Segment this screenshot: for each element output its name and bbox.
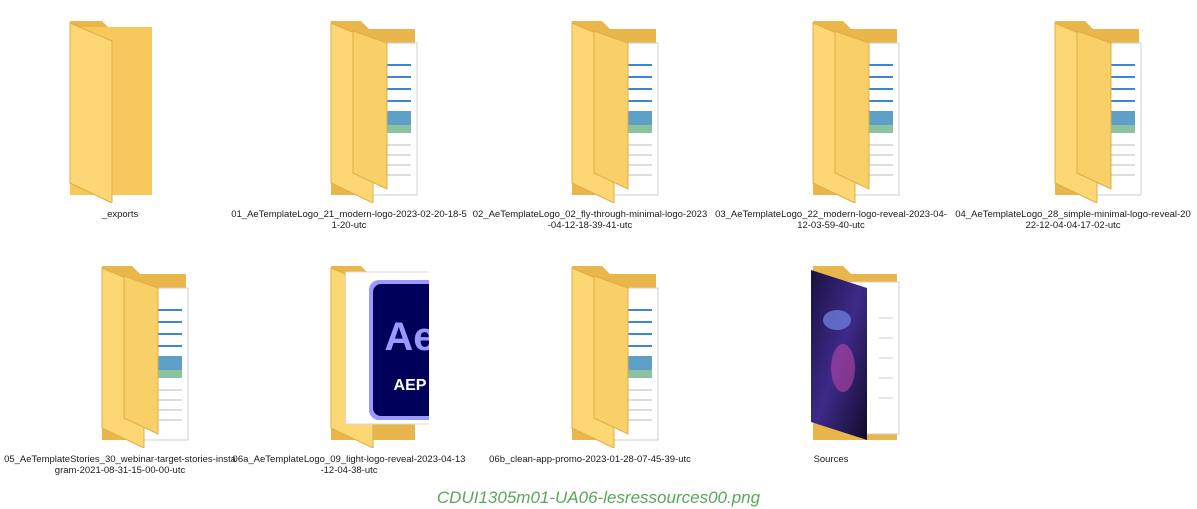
folder-with-documents-icon <box>510 258 670 448</box>
folder-label: 01_AeTemplateLogo_21_modern-logo-2023-02… <box>231 209 467 231</box>
folder-with-documents-icon <box>40 258 200 448</box>
folder-item-04[interactable]: 04_AeTemplateLogo_28_simple-minimal-logo… <box>953 5 1193 245</box>
ae-logo-text: Ae <box>384 315 429 359</box>
folder-item-03[interactable]: 03_AeTemplateLogo_22_modern-logo-reveal-… <box>711 5 951 245</box>
folder-label: 04_AeTemplateLogo_28_simple-minimal-logo… <box>955 209 1191 231</box>
folder-label: 06a_AeTemplateLogo_09_light-logo-reveal-… <box>232 454 466 476</box>
folder-item-exports[interactable]: _exports <box>0 5 240 245</box>
folder-label: _exports <box>101 209 139 220</box>
folder-item-02[interactable]: 02_AeTemplateLogo_02_fly-through-minimal… <box>470 5 710 245</box>
file-explorer-icon-grid: _exports 01_AeTemplateLogo_21_modern-log… <box>0 0 1197 490</box>
folder-icon <box>40 13 200 203</box>
aep-extension-text: AEP <box>394 377 427 394</box>
folder-item-sources[interactable]: Sources <box>711 250 951 490</box>
folder-with-documents-icon <box>993 13 1153 203</box>
folder-item-05[interactable]: 05_AeTemplateStories_30_webinar-target-s… <box>0 250 240 490</box>
folder-with-documents-icon <box>269 13 429 203</box>
folder-label: Sources <box>813 454 849 465</box>
folder-with-documents-icon <box>751 13 911 203</box>
folder-item-06b[interactable]: 06b_clean-app-promo-2023-01-28-07-45-39-… <box>470 250 710 490</box>
folder-label: 03_AeTemplateLogo_22_modern-logo-reveal-… <box>715 209 947 231</box>
folder-item-01[interactable]: 01_AeTemplateLogo_21_modern-logo-2023-02… <box>229 5 469 245</box>
folder-label: 06b_clean-app-promo-2023-01-28-07-45-39-… <box>489 454 691 465</box>
folder-with-documents-icon <box>510 13 670 203</box>
after-effects-folder-icon: Ae AEP <box>269 258 429 448</box>
folder-label: 05_AeTemplateStories_30_webinar-target-s… <box>4 454 236 476</box>
folder-with-photo-icon <box>751 258 911 448</box>
folder-item-06a[interactable]: Ae AEP 06a_AeTemplateLogo_09_light-logo-… <box>229 250 469 490</box>
image-caption: CDUI1305m01-UA06-lesressources00.png <box>436 488 761 507</box>
folder-label: 02_AeTemplateLogo_02_fly-through-minimal… <box>472 209 708 231</box>
